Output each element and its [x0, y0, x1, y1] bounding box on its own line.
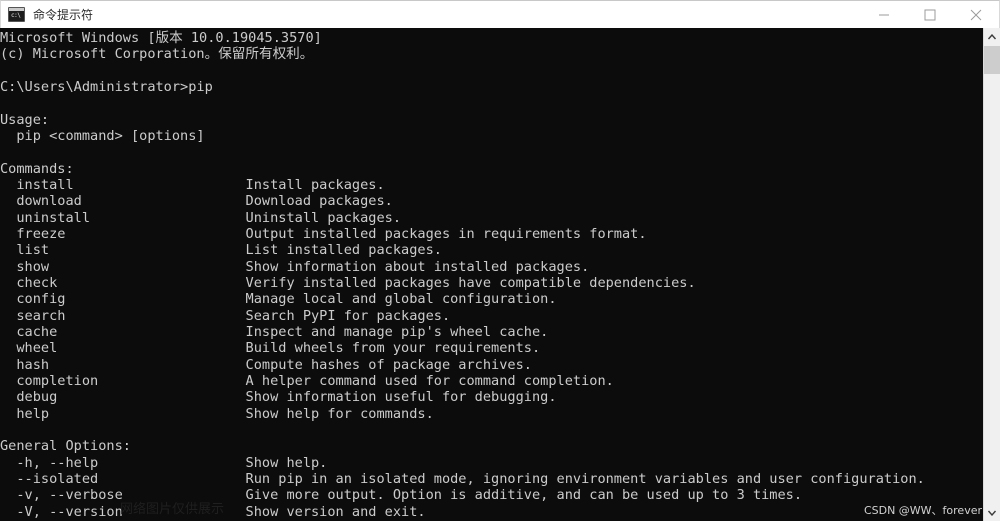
command-prompt-window: 命令提示符 Microsoft Windows [版 — [0, 0, 1000, 521]
console-output-area[interactable]: Microsoft Windows [版本 10.0.19045.3570] (… — [0, 28, 983, 521]
console-text: Microsoft Windows [版本 10.0.19045.3570] (… — [0, 30, 925, 520]
chevron-down-icon — [987, 510, 997, 516]
maximize-icon — [924, 9, 936, 20]
vertical-scrollbar[interactable] — [983, 28, 1000, 521]
window-title: 命令提示符 — [33, 8, 94, 22]
close-icon — [970, 9, 982, 20]
title-bar-left: 命令提示符 — [1, 6, 93, 23]
window-controls — [861, 1, 999, 28]
scrollbar-down-button[interactable] — [984, 504, 1000, 521]
minimize-icon — [879, 14, 889, 15]
maximize-button[interactable] — [907, 1, 953, 28]
close-button[interactable] — [953, 1, 999, 28]
chevron-up-icon — [987, 33, 997, 39]
scrollbar-thumb[interactable] — [984, 46, 1000, 74]
title-bar[interactable]: 命令提示符 — [0, 0, 1000, 28]
console-icon — [8, 7, 25, 22]
minimize-button[interactable] — [861, 1, 907, 28]
scrollbar-up-button[interactable] — [984, 28, 1000, 45]
